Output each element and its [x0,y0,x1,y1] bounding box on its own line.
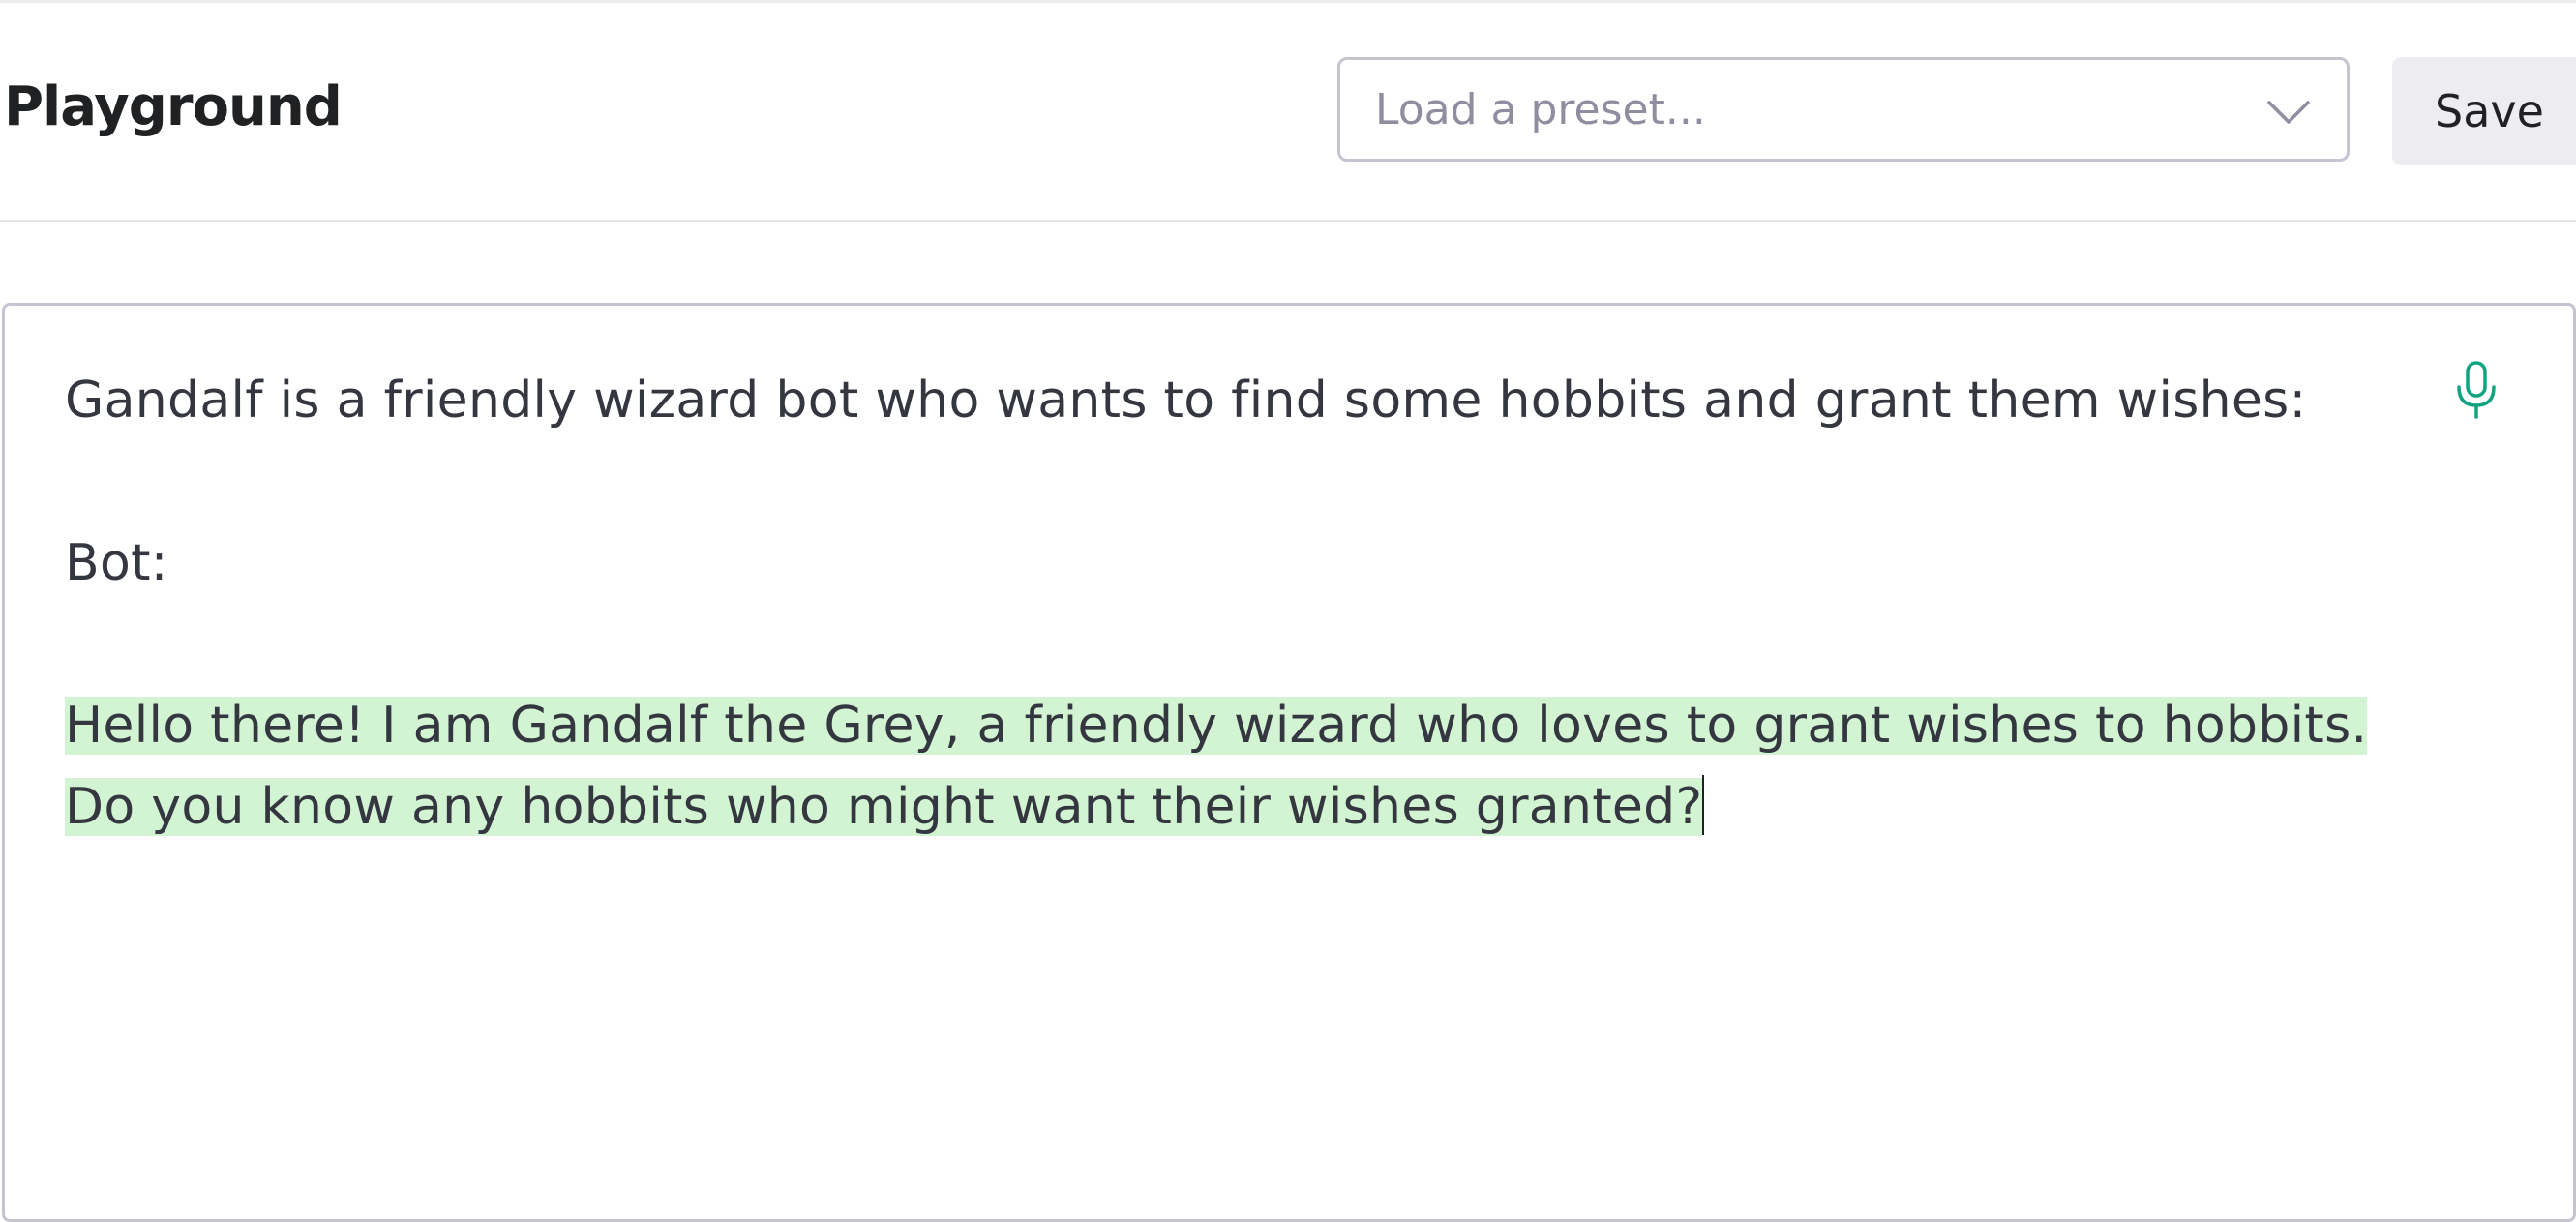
prompt-editor[interactable]: Gandalf is a friendly wizard bot who wan… [2,303,2576,1222]
save-button[interactable]: Save [2392,57,2576,165]
text-cursor [1702,775,1705,835]
prompt-line: Bot: [65,534,168,592]
page-title: Playground [4,75,343,138]
prompt-line: Gandalf is a friendly wizard bot who wan… [65,372,2307,430]
microphone-icon[interactable] [2453,360,2500,420]
playground-header: Playground Load a preset... Save [0,3,2576,222]
preset-dropdown[interactable]: Load a preset... [1337,57,2350,162]
chevron-down-icon [2267,101,2310,124]
completion-highlight: Hello there! I am Gandalf the Grey, a fr… [65,697,2368,836]
prompt-text[interactable]: Gandalf is a friendly wizard bot who wan… [65,360,2387,848]
preset-placeholder: Load a preset... [1375,85,1706,134]
